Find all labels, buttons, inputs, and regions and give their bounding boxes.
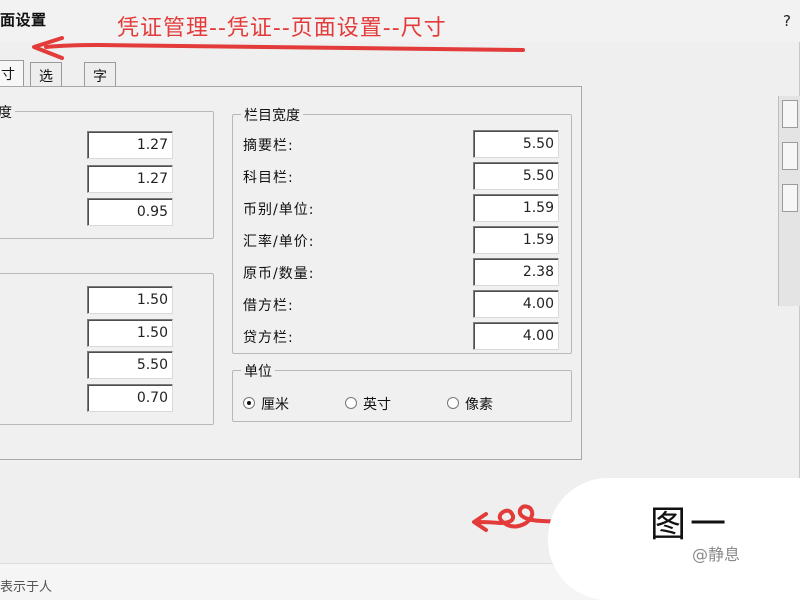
tab-label: 寸 [1, 67, 15, 83]
original-width-input[interactable]: 2.38 [473, 258, 559, 286]
group-title: 单位 [241, 361, 275, 381]
field-label: 科目栏: [243, 170, 294, 186]
radio-checked-icon [243, 397, 255, 409]
spacing-group: 1.50 1.50 5.50 0.70 [0, 273, 214, 425]
page-setup-dialog: 面设置 ? 凭证管理--凭证--页面设置--尺寸 寸 选项 字体 度 1.27 … [0, 0, 800, 600]
spacing-input-4[interactable]: 0.70 [87, 384, 173, 412]
column-row-currency: 币别/单位: 1.59 [233, 194, 573, 222]
tab-font[interactable]: 字体 [84, 62, 116, 105]
background-text: 表示于人 [0, 580, 53, 595]
field-label: 借方栏: [243, 298, 294, 314]
column-row-credit: 贷方栏: 4.00 [233, 322, 573, 350]
unit-radio-group: 厘米 英寸 像素 [243, 393, 563, 415]
scroll-thumb[interactable] [782, 142, 798, 170]
margin-input-3[interactable]: 0.95 [87, 198, 173, 226]
field-label: 贷方栏: [243, 330, 294, 346]
tab-options[interactable]: 选项 [30, 62, 62, 105]
summary-width-input[interactable]: 5.50 [473, 130, 559, 158]
radio-label: 像素 [465, 397, 493, 413]
field-label: 原币/数量: [243, 266, 315, 282]
account-width-input[interactable]: 5.50 [473, 162, 559, 190]
column-row-original: 原币/数量: 2.38 [233, 258, 573, 286]
margin-group: 度 1.27 1.27 0.95 [0, 102, 214, 239]
field-label: 币别/单位: [243, 202, 315, 218]
watermark: @静息 [692, 545, 741, 564]
group-title: 度 [0, 102, 15, 122]
field-label: 摘要栏: [243, 138, 294, 154]
size-tab-panel: 度 1.27 1.27 0.95 1.50 1.50 5.50 0.70 栏目宽… [0, 86, 582, 460]
tab-size[interactable]: 寸 [0, 60, 24, 86]
debit-width-input[interactable]: 4.00 [473, 290, 559, 318]
radio-label: 英寸 [363, 397, 391, 413]
column-row-debit: 借方栏: 4.00 [233, 290, 573, 318]
scroll-up-button[interactable] [782, 100, 798, 128]
scroll-down-button[interactable] [782, 184, 798, 212]
radio-unchecked-icon [345, 397, 357, 409]
spacing-input-3[interactable]: 5.50 [87, 351, 173, 379]
column-width-group: 栏目宽度 摘要栏: 5.50 科目栏: 5.50 币别/单位: 1.59 汇率/… [232, 105, 573, 354]
spacing-input-1[interactable]: 1.50 [87, 286, 173, 314]
unit-group: 单位 厘米 英寸 像素 [232, 361, 572, 422]
margin-input-2[interactable]: 1.27 [87, 165, 173, 193]
field-label: 汇率/单价: [243, 234, 315, 250]
column-row-summary: 摘要栏: 5.50 [233, 130, 573, 158]
help-button[interactable]: ? [780, 12, 794, 30]
currency-width-input[interactable]: 1.59 [473, 194, 559, 222]
background-scrollbar[interactable] [778, 96, 800, 306]
group-title: 栏目宽度 [241, 105, 303, 125]
figure-label: 图一 [650, 504, 731, 545]
radio-label: 厘米 [261, 397, 289, 413]
column-row-account: 科目栏: 5.50 [233, 162, 573, 190]
column-row-rate: 汇率/单价: 1.59 [233, 226, 573, 254]
spacing-input-2[interactable]: 1.50 [87, 319, 173, 347]
rate-width-input[interactable]: 1.59 [473, 226, 559, 254]
credit-width-input[interactable]: 4.00 [473, 322, 559, 350]
radio-unchecked-icon [447, 397, 459, 409]
window-title: 面设置 [0, 11, 47, 29]
margin-input-1[interactable]: 1.27 [87, 131, 173, 159]
